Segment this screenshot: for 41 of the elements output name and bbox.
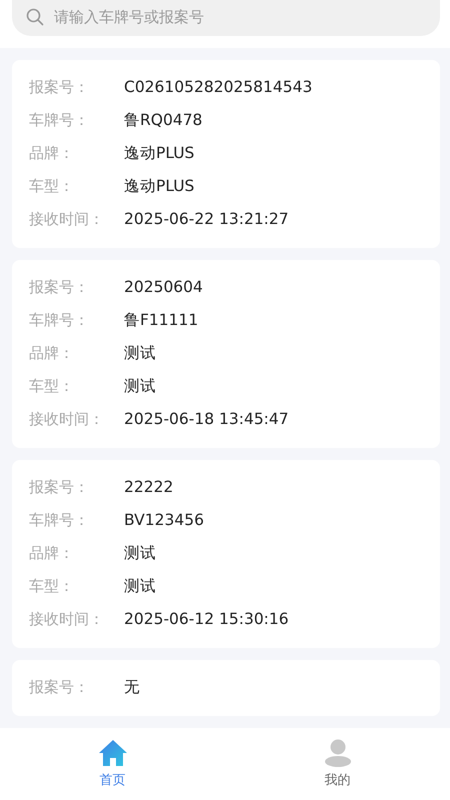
tab[interactable]: 我的 <box>225 728 450 800</box>
field-value: 2025-06-22 13:21:27 <box>124 210 289 228</box>
tab[interactable]: 首页 <box>0 728 225 800</box>
record-card[interactable]: 报案号： 20250604 车牌号： 鲁F11111 品牌： 测试 车型： 测试 接收时间： 2025-06-18 13:45:47 <box>12 260 440 448</box>
field-label: 接收时间： <box>29 410 105 428</box>
field-value: BV123456 <box>124 511 204 529</box>
field-label: 车型： <box>29 176 75 196</box>
field-value: 测试 <box>124 376 156 396</box>
field-label: 报案号： <box>29 478 90 496</box>
field-value: 测试 <box>124 542 156 564</box>
field-label: 接收时间： <box>29 210 105 228</box>
record-card[interactable]: 报案号： 无 <box>12 660 440 716</box>
field-label: 报案号： <box>29 278 90 296</box>
field-value: 2025-06-18 13:45:47 <box>124 410 289 428</box>
field-label: 车牌号： <box>29 310 90 330</box>
field-label: 接收时间： <box>29 610 105 628</box>
field-label: 报案号： <box>29 78 90 96</box>
field-label: 报案号： <box>29 678 90 696</box>
field-value: 无 <box>124 676 140 698</box>
search-field[interactable]: 请输入车牌号或报案号 <box>12 0 440 36</box>
field-value: 2025-06-12 15:30:16 <box>124 610 289 628</box>
field-value: 22222 <box>124 478 174 496</box>
field-value: 测试 <box>124 576 156 596</box>
field-value: 逸动PLUS <box>124 176 194 196</box>
field-value: 逸动PLUS <box>124 142 194 164</box>
field-label: 品牌： <box>29 144 75 162</box>
field-value: C026105282025814543 <box>124 78 312 96</box>
record-card[interactable]: 报案号： 22222 车牌号： BV123456 品牌： 测试 车型： 测试 接收时间： 2025-06-12 15:30:16 <box>12 460 440 648</box>
field-label: 品牌： <box>29 544 75 562</box>
field-label: 车型： <box>29 376 75 396</box>
field-value: 鲁F11111 <box>124 310 198 330</box>
field-label: 车型： <box>29 576 75 596</box>
house-icon <box>98 739 128 767</box>
person-icon <box>322 739 352 767</box>
field-label: 车牌号： <box>29 110 90 130</box>
field-label: 品牌： <box>29 344 75 362</box>
field-value: 测试 <box>124 342 156 364</box>
field-value: 鲁RQ0478 <box>124 110 202 130</box>
field-value: 20250604 <box>124 278 203 296</box>
record-card[interactable]: 报案号： C026105282025814543 车牌号： 鲁RQ0478 品牌： 逸动PLUS 车型： 逸动PLUS 接收时间： 2025-06-22 13:21:27 <box>12 60 440 248</box>
field-label: 车牌号： <box>29 510 90 530</box>
